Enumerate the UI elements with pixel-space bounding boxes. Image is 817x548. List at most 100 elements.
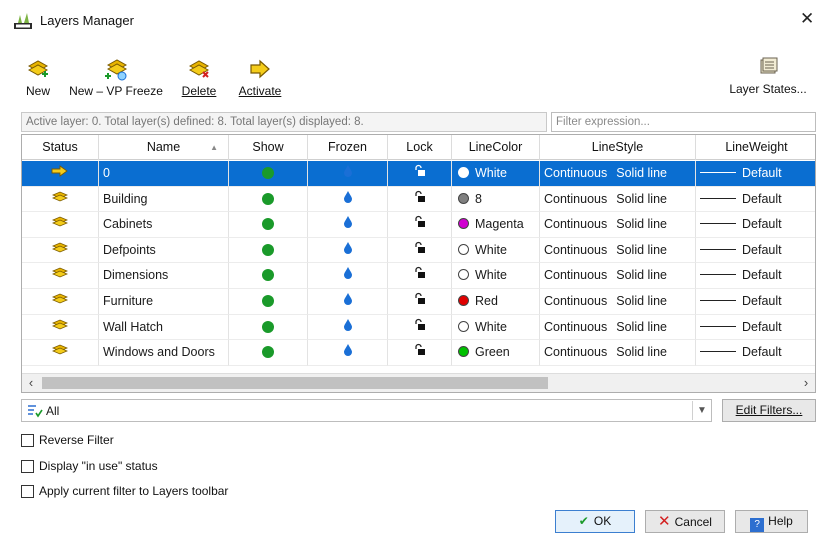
lock-icon[interactable] (388, 212, 452, 238)
line-color-cell[interactable]: 8 (452, 186, 540, 213)
frozen-drop-icon[interactable] (308, 314, 388, 341)
layer-name[interactable]: Furniture (99, 289, 229, 315)
active-layer-arrow-icon[interactable] (22, 161, 99, 187)
layer-row[interactable]: 0 White Continuous Solid line Default (22, 161, 815, 187)
line-style-cell[interactable]: Continuous Solid line (540, 289, 696, 315)
line-weight-cell[interactable]: Default (696, 263, 815, 289)
layer-icon[interactable] (22, 289, 99, 315)
line-weight-cell[interactable]: Default (696, 340, 815, 366)
line-color-cell[interactable]: White (452, 263, 540, 289)
frozen-drop-icon[interactable] (308, 263, 388, 289)
show-icon[interactable] (229, 340, 308, 366)
lock-icon[interactable] (388, 237, 452, 264)
scroll-right-icon[interactable]: › (797, 374, 815, 392)
lock-icon[interactable] (388, 289, 452, 315)
line-color-cell[interactable]: White (452, 237, 540, 264)
show-icon[interactable] (229, 212, 308, 238)
lock-icon[interactable] (388, 340, 452, 366)
layer-filter-select[interactable]: All ▼ (21, 399, 712, 422)
line-style-cell[interactable]: Continuous Solid line (540, 186, 696, 213)
layer-name[interactable]: Building (99, 186, 229, 213)
show-icon[interactable] (229, 237, 308, 264)
frozen-drop-icon[interactable] (308, 340, 388, 366)
col-status[interactable]: Status (22, 135, 99, 160)
layer-name[interactable]: Defpoints (99, 237, 229, 264)
line-style-cell[interactable]: Continuous Solid line (540, 263, 696, 289)
layer-row[interactable]: Defpoints White Continuous Solid line Defaul… (22, 237, 815, 264)
show-icon[interactable] (229, 263, 308, 289)
close-icon[interactable]: ✕ (800, 9, 814, 29)
help-button[interactable]: ? Help (735, 510, 808, 533)
lock-icon[interactable] (388, 314, 452, 341)
layer-row[interactable]: Dimensions White Continuous Solid line Defau… (22, 263, 815, 289)
layer-icon[interactable] (22, 186, 99, 213)
layer-icon[interactable] (22, 314, 99, 341)
col-linestyle[interactable]: LineStyle (540, 135, 696, 160)
edit-filters-button[interactable]: Edit Filters... (722, 399, 816, 422)
frozen-drop-icon[interactable] (308, 161, 388, 187)
layer-row[interactable]: Cabinets Magenta Continuous Solid line Defau… (22, 212, 815, 238)
frozen-drop-icon[interactable] (308, 289, 388, 315)
col-name[interactable]: Name ▲ (99, 135, 229, 160)
layer-name[interactable]: Windows and Doors (99, 340, 229, 366)
line-style-cell[interactable]: Continuous Solid line (540, 237, 696, 264)
line-style-cell[interactable]: Continuous Solid line (540, 161, 696, 187)
layer-row[interactable]: Wall Hatch White Continuous Solid line Defau… (22, 314, 815, 341)
line-weight-cell[interactable]: Default (696, 161, 815, 187)
layer-icon[interactable] (22, 237, 99, 264)
scroll-thumb[interactable] (42, 377, 548, 389)
line-weight-cell[interactable]: Default (696, 238, 815, 264)
layer-name[interactable]: Wall Hatch (99, 314, 229, 341)
activate-layer-button[interactable]: Activate (234, 54, 286, 102)
line-color-cell[interactable]: Magenta (452, 212, 540, 238)
layer-row[interactable]: Furniture Red Continuous Solid line Default (22, 289, 815, 315)
line-color-cell[interactable]: Red (452, 289, 540, 315)
layer-name[interactable]: Dimensions (99, 263, 229, 289)
reverse-filter-checkbox[interactable] (21, 434, 34, 447)
line-color-cell[interactable]: White (452, 161, 540, 187)
layer-icon[interactable] (22, 340, 99, 366)
col-linecolor[interactable]: LineColor (452, 135, 540, 160)
lock-icon[interactable] (388, 263, 452, 289)
line-weight-cell[interactable]: Default (696, 289, 815, 315)
layer-icon[interactable] (22, 263, 99, 289)
new-layer-button[interactable]: New (22, 54, 54, 102)
show-icon[interactable] (229, 314, 308, 341)
col-lineweight[interactable]: LineWeight (696, 135, 815, 160)
layer-name[interactable]: 0 (99, 161, 229, 187)
show-icon[interactable] (229, 186, 308, 213)
new-vp-freeze-button[interactable]: New – VP Freeze (68, 54, 164, 102)
frozen-drop-icon[interactable] (308, 237, 388, 264)
layer-row[interactable]: Windows and Doors Green Continuous Solid li… (22, 340, 815, 366)
line-weight-cell[interactable]: Default (696, 212, 815, 238)
display-in-use-checkbox[interactable] (21, 460, 34, 473)
filter-expression-input[interactable] (551, 112, 816, 132)
apply-filter-toolbar-checkbox[interactable] (21, 485, 34, 498)
ok-button[interactable]: ✔ OK (555, 510, 635, 533)
line-weight-cell[interactable]: Default (696, 315, 815, 341)
line-color-cell[interactable]: Green (452, 340, 540, 366)
layer-states-button[interactable]: Layer States... (724, 52, 812, 100)
col-lock[interactable]: Lock (388, 135, 452, 160)
col-show[interactable]: Show (229, 135, 308, 160)
line-color-cell[interactable]: White (452, 314, 540, 341)
lock-icon[interactable] (388, 186, 452, 213)
frozen-drop-icon[interactable] (308, 212, 388, 238)
line-style-cell[interactable]: Continuous Solid line (540, 212, 696, 238)
line-style-cell[interactable]: Continuous Solid line (540, 340, 696, 366)
lock-icon[interactable] (388, 161, 452, 187)
layer-row[interactable]: Building 8 Continuous Solid line Default (22, 186, 815, 213)
line-weight-cell[interactable]: Default (696, 187, 815, 213)
frozen-drop-icon[interactable] (308, 186, 388, 213)
layer-icon[interactable] (22, 212, 99, 238)
col-frozen[interactable]: Frozen (308, 135, 388, 160)
line-style-cell[interactable]: Continuous Solid line (540, 314, 696, 341)
show-icon[interactable] (229, 289, 308, 315)
scroll-left-icon[interactable]: ‹ (22, 374, 40, 392)
horizontal-scrollbar[interactable]: ‹ › (22, 373, 815, 392)
delete-layer-button[interactable]: Delete (178, 54, 220, 102)
cancel-button[interactable]: ✕ Cancel (645, 510, 725, 533)
layer-name[interactable]: Cabinets (99, 212, 229, 238)
chevron-down-icon[interactable]: ▼ (692, 401, 711, 420)
show-icon[interactable] (229, 161, 308, 187)
